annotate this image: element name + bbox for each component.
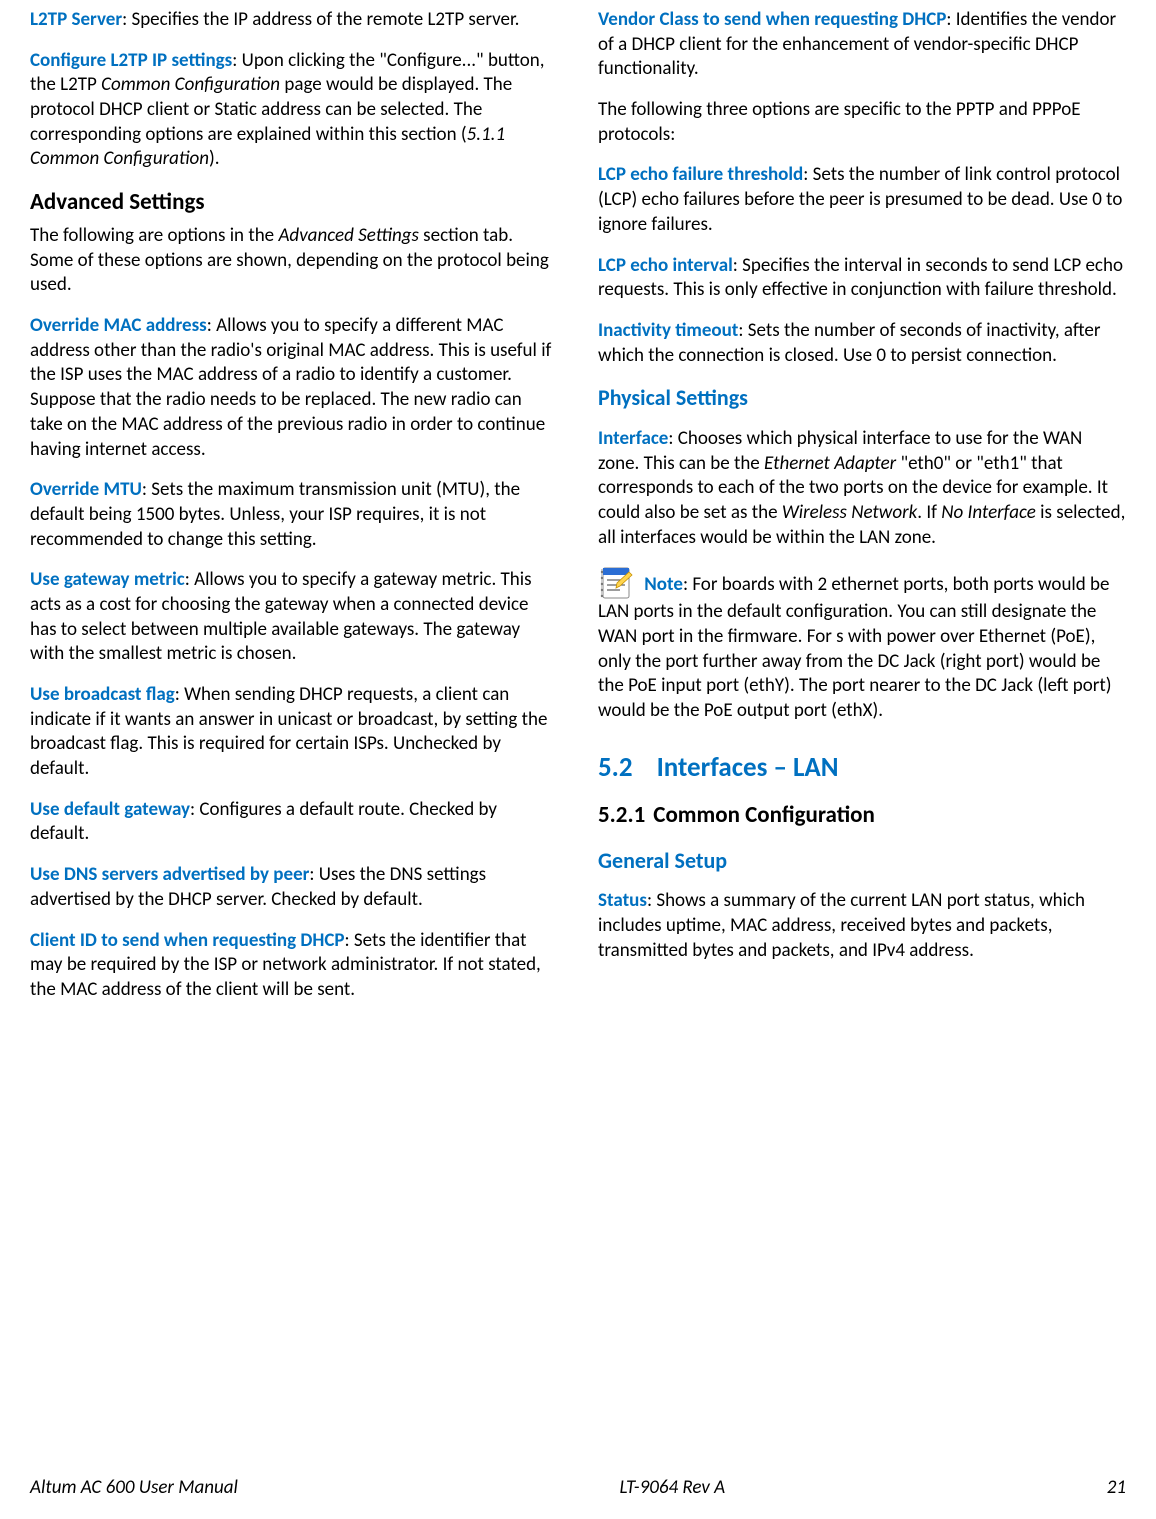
paragraph-broadcast-flag: Use broadcast flag: When sending DHCP re… bbox=[30, 683, 558, 782]
footer-right: 21 bbox=[1107, 1476, 1126, 1501]
term-inactivity: Inactivity timeout bbox=[598, 319, 738, 342]
section-number: 5.2.1 bbox=[598, 801, 645, 831]
footer-left: Altum AC 600 User Manual bbox=[30, 1476, 238, 1501]
paragraph-override-mtu: Override MTU: Sets the maximum transmiss… bbox=[30, 478, 558, 552]
text: ). bbox=[209, 147, 220, 170]
paragraph-default-gateway: Use default gateway: Configures a defaul… bbox=[30, 798, 558, 847]
two-column-layout: L2TP Server: Specifies the IP address of… bbox=[30, 8, 1126, 1438]
term-vendor-class: Vendor Class to send when requesting DHC… bbox=[598, 8, 946, 31]
heading-5-2: 5.2 Interfaces – LAN bbox=[598, 750, 1126, 785]
right-column: Vendor Class to send when requesting DHC… bbox=[598, 8, 1126, 1438]
text: . If bbox=[917, 501, 941, 524]
paragraph-interface: Interface: Chooses which physical interf… bbox=[598, 427, 1126, 550]
term-lcp-failure: LCP echo failure threshold bbox=[598, 163, 803, 186]
em: Advanced Settings bbox=[278, 224, 418, 247]
term-override-mac: Override MAC address bbox=[30, 314, 207, 337]
term-client-id: Client ID to send when requesting DHCP bbox=[30, 929, 345, 952]
paragraph-lcp-failure: LCP echo failure threshold: Sets the num… bbox=[598, 163, 1126, 237]
heading-physical-settings: Physical Settings bbox=[598, 384, 1126, 413]
paragraph-configure-l2tp: Configure L2TP IP settings: Upon clickin… bbox=[30, 49, 558, 172]
paragraph-inactivity: Inactivity timeout: Sets the number of s… bbox=[598, 319, 1126, 368]
paragraph-status: Status: Shows a summary of the current L… bbox=[598, 889, 1126, 963]
text: The following are options in the bbox=[30, 224, 278, 247]
paragraph-lcp-interval: LCP echo interval: Specifies the interva… bbox=[598, 254, 1126, 303]
em: Wireless Network bbox=[782, 501, 917, 524]
paragraph-three-options: The following three options are specific… bbox=[598, 98, 1126, 147]
term-interface: Interface bbox=[598, 427, 668, 450]
text: : Shows a summary of the current LAN por… bbox=[598, 889, 1085, 961]
heading-advanced-settings: Advanced Settings bbox=[30, 188, 558, 218]
em: No Interface bbox=[941, 501, 1036, 524]
paragraph-advanced-intro: The following are options in the Advance… bbox=[30, 224, 558, 298]
section-title: Interfaces – LAN bbox=[657, 751, 839, 784]
left-column: L2TP Server: Specifies the IP address of… bbox=[30, 8, 558, 1438]
section-number: 5.2 bbox=[598, 750, 633, 785]
paragraph-dns-peer: Use DNS servers advertised by peer: Uses… bbox=[30, 863, 558, 912]
em: Ethernet Adapter bbox=[764, 452, 896, 475]
term-dns-peer: Use DNS servers advertised by peer bbox=[30, 863, 309, 886]
term-default-gateway: Use default gateway bbox=[30, 798, 190, 821]
paragraph-note: Note: For boards with 2 ethernet ports, … bbox=[598, 566, 1126, 723]
term-status: Status bbox=[598, 889, 647, 912]
term-configure-l2tp: Configure L2TP IP settings bbox=[30, 49, 232, 72]
paragraph-l2tp-server: L2TP Server: Specifies the IP address of… bbox=[30, 8, 558, 33]
paragraph-override-mac: Override MAC address: Allows you to spec… bbox=[30, 314, 558, 462]
term-lcp-interval: LCP echo interval bbox=[598, 254, 733, 277]
paragraph-vendor-class: Vendor Class to send when requesting DHC… bbox=[598, 8, 1126, 82]
heading-5-2-1: 5.2.1 Common Configuration bbox=[598, 801, 1126, 831]
term-broadcast-flag: Use broadcast flag bbox=[30, 683, 175, 706]
paragraph-client-id: Client ID to send when requesting DHCP: … bbox=[30, 929, 558, 1003]
heading-general-setup: General Setup bbox=[598, 847, 1126, 876]
section-title: Common Configuration bbox=[653, 801, 875, 829]
term-note: Note bbox=[644, 573, 683, 596]
page-footer: Altum AC 600 User Manual LT-9064 Rev A 2… bbox=[30, 1476, 1126, 1501]
term-gateway-metric: Use gateway metric bbox=[30, 568, 185, 591]
note-icon bbox=[598, 566, 634, 600]
term-override-mtu: Override MTU bbox=[30, 478, 142, 501]
paragraph-gateway-metric: Use gateway metric: Allows you to specif… bbox=[30, 568, 558, 667]
em: Common Configuration bbox=[101, 73, 280, 96]
term-l2tp-server: L2TP Server bbox=[30, 8, 122, 31]
text: : Specifies the IP address of the remote… bbox=[122, 8, 519, 31]
footer-center: LT-9064 Rev A bbox=[620, 1476, 726, 1501]
